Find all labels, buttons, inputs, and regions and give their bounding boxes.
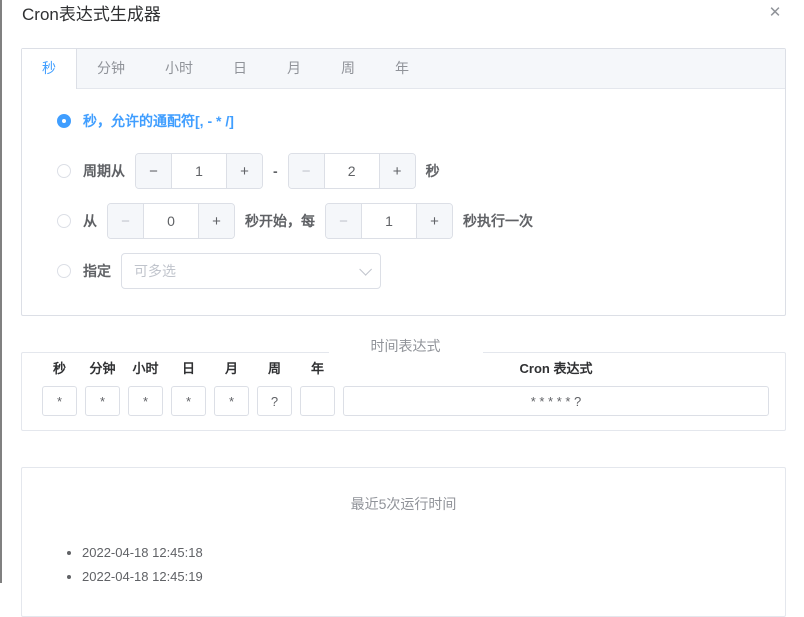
interval-middle-label: 秒开始，每 [245,211,315,231]
interval-from-label: 从 [83,211,97,231]
cron-header: Cron 表达式 [343,358,769,377]
expr-header: 分钟 [85,358,120,377]
expr-col-year: 年 [300,358,335,416]
interval-start-stepper: − + [107,203,235,239]
specify-select[interactable]: 可多选 [121,253,381,289]
cycle-from-input[interactable] [172,154,226,188]
tab-minutes[interactable]: 分钟 [77,49,145,88]
interval-suffix-label: 秒执行一次 [463,211,533,231]
recent-runs-title: 最近5次运行时间 [22,494,785,514]
cron-expression-input[interactable] [343,386,769,416]
plus-icon[interactable]: + [226,154,262,188]
tab-seconds[interactable]: 秒 [22,49,77,89]
option-row-wildcard: 秒，允许的通配符[, - * /] [57,103,765,139]
expression-section: 时间表达式 秒 分钟 小时 日 月 周 年 [21,342,786,431]
expr-col-cron: Cron 表达式 [343,358,769,416]
expr-col-seconds: 秒 [42,358,77,416]
plus-icon[interactable]: + [379,154,415,188]
expr-col-month: 月 [214,358,249,416]
cycle-unit-label: 秒 [426,161,440,181]
radio-specify[interactable] [57,264,71,278]
close-icon[interactable]: ✕ [766,4,784,22]
expr-col-minutes: 分钟 [85,358,120,416]
specify-label: 指定 [83,261,111,281]
radio-wildcard[interactable] [57,114,71,128]
tab-week[interactable]: 周 [321,49,375,88]
option-row-interval: 从 − + 秒开始，每 − + 秒执行一次 [57,203,765,239]
interval-step-stepper: − + [325,203,453,239]
tab-bar: 秒 分钟 小时 日 月 周 年 [22,49,785,89]
window-edge [0,0,2,583]
tab-day[interactable]: 日 [213,49,267,88]
minus-icon[interactable]: − [108,204,144,238]
cycle-to-input[interactable] [325,154,379,188]
plus-icon[interactable]: + [416,204,452,238]
run-time-item: 2022-04-18 12:45:19 [82,570,785,584]
cycle-from-label: 周期从 [83,161,125,181]
cycle-to-stepper: − + [288,153,416,189]
expr-input-day[interactable] [171,386,206,416]
tab-year[interactable]: 年 [375,49,429,88]
dialog-header: Cron表达式生成器 ✕ [22,3,784,27]
tab-month[interactable]: 月 [267,49,321,88]
recent-runs-section: 最近5次运行时间 2022-04-18 12:45:18 2022-04-18 … [21,467,786,617]
expr-input-seconds[interactable] [42,386,77,416]
expr-input-year[interactable] [300,386,335,416]
chevron-down-icon [359,263,372,276]
specify-select-placeholder: 可多选 [134,261,359,281]
radio-cycle[interactable] [57,164,71,178]
wildcard-label: 秒，允许的通配符[, - * /] [83,111,234,131]
tab-content-seconds: 秒，允许的通配符[, - * /] 周期从 − + - − + 秒 从 − [22,89,785,289]
expr-input-month[interactable] [214,386,249,416]
cycle-from-stepper: − + [135,153,263,189]
expr-input-minutes[interactable] [85,386,120,416]
interval-start-input[interactable] [144,204,198,238]
plus-icon[interactable]: + [198,204,234,238]
radio-interval[interactable] [57,214,71,228]
expr-header: 小时 [128,358,163,377]
interval-step-input[interactable] [362,204,416,238]
expr-header: 周 [257,358,292,377]
expr-header: 年 [300,358,335,377]
option-row-cycle: 周期从 − + - − + 秒 [57,153,765,189]
minus-icon[interactable]: − [326,204,362,238]
expr-header: 秒 [42,358,77,377]
recent-runs-list: 2022-04-18 12:45:18 2022-04-18 12:45:19 [22,546,785,584]
expr-col-week: 周 [257,358,292,416]
expr-col-day: 日 [171,358,206,416]
expr-header: 月 [214,358,249,377]
expr-input-hours[interactable] [128,386,163,416]
tab-hours[interactable]: 小时 [145,49,213,88]
expr-col-hours: 小时 [128,358,163,416]
cron-tabs-card: 秒 分钟 小时 日 月 周 年 秒，允许的通配符[, - * /] 周期从 − … [21,48,786,316]
expression-grid: 秒 分钟 小时 日 月 周 年 Cron 表达式 [42,358,769,416]
minus-icon[interactable]: − [136,154,172,188]
expr-input-week[interactable] [257,386,292,416]
dialog-title: Cron表达式生成器 [22,3,784,27]
run-time-item: 2022-04-18 12:45:18 [82,546,785,560]
option-row-specify: 指定 可多选 [57,253,765,289]
expr-header: 日 [171,358,206,377]
cycle-dash: - [273,163,278,179]
minus-icon[interactable]: − [289,154,325,188]
